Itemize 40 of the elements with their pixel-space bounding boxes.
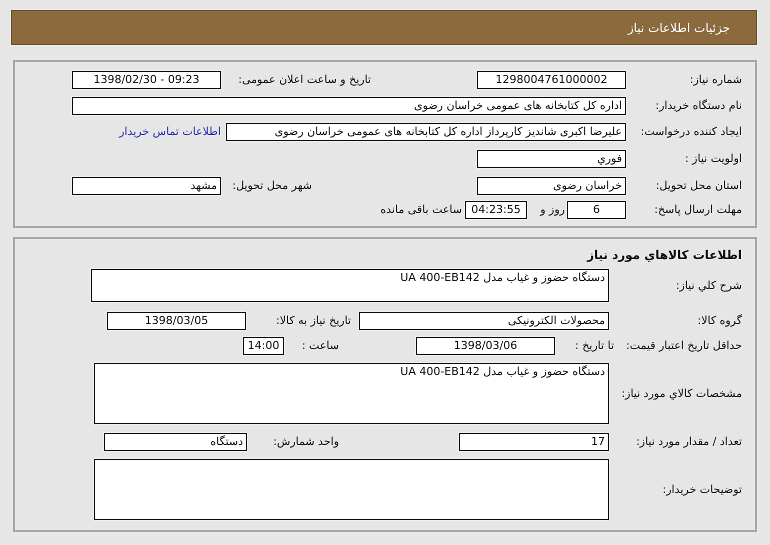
value-field: دستگاه حضوز و غیاب مدل UA 400-EB142: [91, 269, 609, 302]
field-label: شهر محل تحویل:: [231, 178, 312, 194]
section-title: اطلاعات کالاهاي مورد نياز: [586, 247, 742, 264]
field-label: شماره نیاز:: [688, 72, 742, 88]
value-field: 14:00: [243, 337, 284, 355]
value-field: فوري: [477, 150, 626, 168]
field-label: توضيحات خريدار:: [662, 482, 742, 498]
value-field: 6: [567, 201, 626, 219]
value-field: مشهد: [72, 177, 221, 195]
value-field: خراسان رضوی: [477, 177, 626, 195]
value-field: 17: [459, 433, 609, 451]
field-label: ساعت باقی مانده: [379, 202, 462, 218]
field-label: استان محل تحویل:: [654, 178, 742, 194]
contact-link[interactable]: اطلاعات تماس خریدار: [115, 123, 221, 141]
field-label: شرح کلي نياز:: [674, 278, 742, 294]
field-label: تعداد / مقدار مورد نیاز:: [635, 434, 742, 450]
value-field: محصولات الکترونیکی: [359, 312, 609, 330]
value-field: 1398/02/30 - 09:23: [72, 71, 221, 89]
value-field: 1398/03/06: [416, 337, 555, 355]
field-label: مهلت ارسال پاسخ:: [653, 202, 742, 218]
value-field: 1298004761000002: [477, 71, 626, 89]
field-label: ایجاد کننده درخواست:: [640, 124, 742, 140]
field-label: تاریخ و ساعت اعلان عمومی:: [237, 72, 371, 88]
field-label: تا تاریخ :: [574, 338, 614, 354]
field-label: واحد شمارش:: [272, 434, 339, 450]
field-label: اولویت نیاز :: [684, 151, 742, 167]
field-label: ساعت :: [300, 338, 339, 354]
value-field: اداره کل کتابخانه های عمومی خراسان رضوی: [72, 97, 626, 115]
value-field: دستگاه: [104, 433, 247, 451]
field-label: روز و: [538, 202, 565, 218]
value-field: دستگاه حضوز و غیاب مدل UA 400-EB142: [94, 363, 609, 424]
value-field: 1398/03/05: [107, 312, 246, 330]
field-label: تاریخ نیاز به کالا:: [275, 313, 351, 329]
field-label: حداقل تاریخ اعتبار قیمت:: [625, 338, 742, 354]
field-label: نام دستگاه خریدار:: [654, 98, 742, 114]
page-header: جزئیات اطلاعات نیاز: [11, 10, 757, 45]
value-field: 04:23:55: [465, 201, 527, 219]
value-field: علیرضا اکبری شاندیز کارپرداز اداره کل کتابخانه های عمومی خراسان رضوی: [226, 123, 626, 141]
field-label: مشخصات کالاي مورد نياز:: [620, 386, 742, 402]
field-label: گروه کالا:: [696, 313, 742, 329]
